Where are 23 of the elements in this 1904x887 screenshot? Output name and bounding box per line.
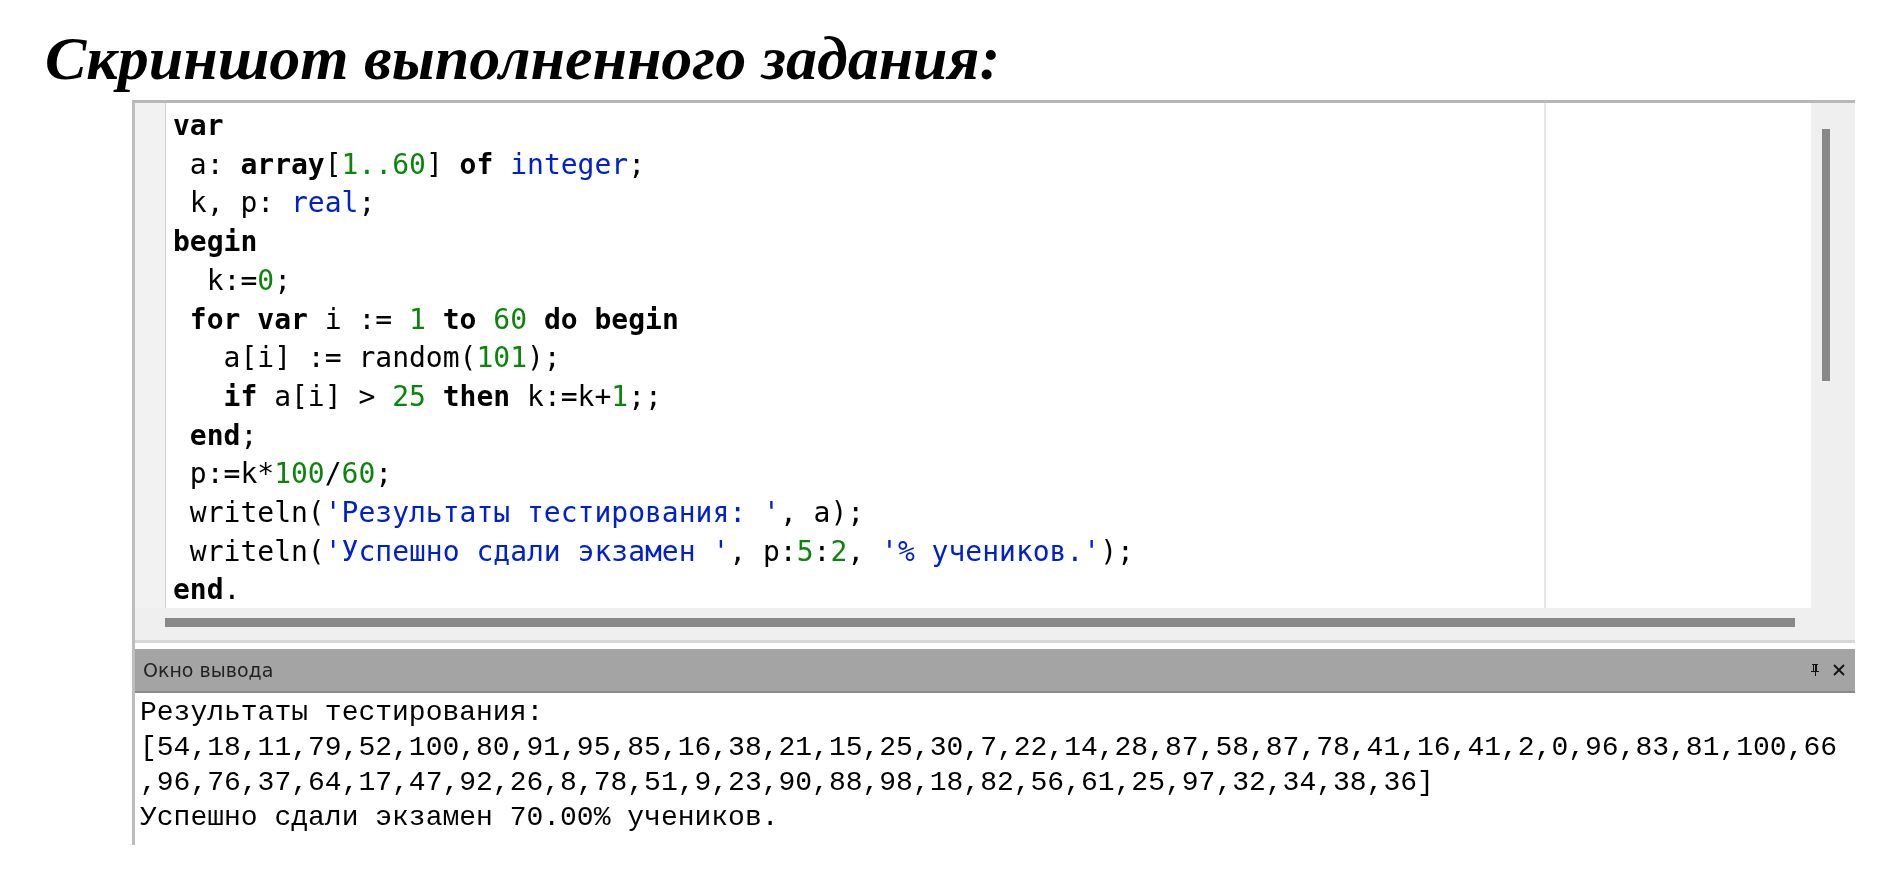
scroll-thumb[interactable] (165, 618, 1795, 627)
output-line: [54,18,11,79,52,100,80,91,95,85,16,38,21,15,25,30,7,22,14,28,87,58,87,78,41,16,41,2,0,96,83,81,100,66 (140, 731, 1838, 765)
code-line: k, p: real; (188, 185, 376, 222)
code-line: p:=k*100/60; (188, 456, 393, 493)
code-line: a: array[1..60] of integer; (188, 146, 646, 183)
code-line: end; (188, 417, 258, 454)
code-line: writeln('Результаты тестирования: ', a); (188, 495, 865, 532)
code-line: writeln('Успешно сдали экзамен ', p:5:2, '% учеников.'); (188, 533, 1134, 570)
code-line: if a[i] > 25 then k:=k+1;; (222, 378, 662, 415)
code-line: for var i := 1 to 60 do begin (188, 301, 679, 338)
code-line: begin (173, 224, 258, 261)
horizontal-scrollbar[interactable] (135, 608, 1855, 643)
code-line: end. (173, 572, 241, 609)
output-line: Результаты тестирования: (140, 696, 544, 730)
vertical-scrollbar[interactable] (1811, 103, 1855, 608)
output-line: ,96,76,37,64,17,47,92,26,8,78,51,9,23,90,88,98,18,82,56,61,25,97,32,34,38,36] (140, 766, 1434, 800)
scroll-thumb[interactable] (1822, 129, 1830, 381)
panel-title: Окно вывода (143, 659, 275, 681)
output-line: Успешно сдали экзамен 70.00% учеников. (140, 801, 779, 835)
code-line: a[i] := random(101); (222, 340, 561, 377)
close-icon[interactable] (1831, 662, 1847, 678)
code-line: k:=0; (205, 262, 291, 299)
code-line: var (173, 108, 224, 144)
